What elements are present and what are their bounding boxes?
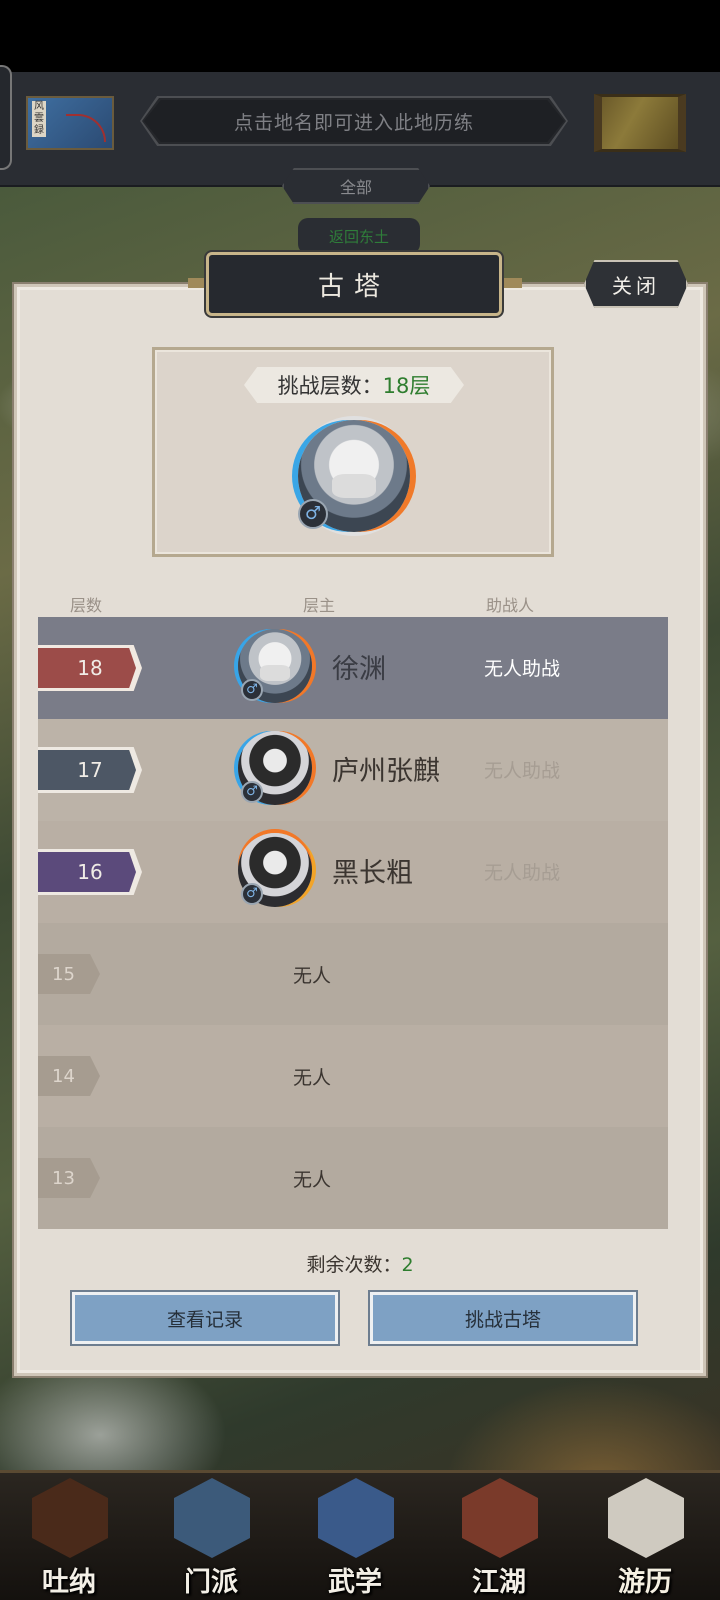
nav-label: 武学 <box>328 1567 382 1598</box>
floor-list[interactable]: 18 ♂ 徐渊 无人助战 17 ♂ 庐州张麒 无人助战 16 ♂ 黑长粗 无人助… <box>38 617 668 1237</box>
boss-mask <box>331 473 377 499</box>
column-floor-header: 层数 <box>70 596 103 615</box>
martial-arts-book-icon <box>318 1478 394 1558</box>
remaining-attempts: 剩余次数：2 <box>0 1250 720 1277</box>
floor-tag: 13 <box>38 1158 100 1198</box>
dialog-title: 古塔 <box>206 252 502 316</box>
remaining-label: 剩余次数： <box>306 1254 402 1276</box>
floor-row-14[interactable]: 14 无人 <box>38 1025 668 1127</box>
nav-label: 门派 <box>184 1567 238 1598</box>
owner-name: 黑长粗 <box>332 858 413 889</box>
floor-row-17[interactable]: 17 ♂ 庐州张麒 无人助战 <box>38 719 668 821</box>
owner-name: 无人 <box>293 965 332 987</box>
plum-branch-icon <box>66 114 106 142</box>
male-gender-icon: ♂ <box>298 499 328 529</box>
meditation-icon <box>32 1478 108 1558</box>
floor-tag: 18 <box>38 645 142 691</box>
floor-tag: 16 <box>38 849 142 895</box>
column-owner-header: 层主 <box>303 596 336 615</box>
floor-number: 18 <box>77 656 103 680</box>
floor-number: 17 <box>77 758 103 782</box>
owner-name: 庐州张麒 <box>332 756 440 787</box>
floor-number: 16 <box>77 860 103 884</box>
helper-status: 无人助战 <box>484 658 561 680</box>
nav-menpai[interactable]: 门派 <box>156 1472 266 1600</box>
nav-label: 江湖 <box>472 1567 526 1598</box>
close-button[interactable]: 关闭 <box>584 260 688 308</box>
return-east-button[interactable]: 返回东土 <box>298 218 420 254</box>
owner-name: 无人 <box>293 1067 332 1089</box>
floor-row-13[interactable]: 13 无人 <box>38 1127 668 1229</box>
challenge-floor-value: 18层 <box>382 374 431 398</box>
jianghu-hat-icon <box>462 1478 538 1558</box>
side-drawer-handle[interactable] <box>0 65 12 170</box>
nav-wuxue[interactable]: 武学 <box>300 1472 410 1600</box>
owner-name: 徐渊 <box>332 654 386 685</box>
nav-tuna[interactable]: 吐纳 <box>14 1472 124 1600</box>
floor-row-15[interactable]: 15 无人 <box>38 923 668 1025</box>
horse-icon <box>608 1478 684 1558</box>
floor-tag: 17 <box>38 747 142 793</box>
helper-status: 无人助战 <box>484 760 561 782</box>
owner-mask <box>260 664 290 681</box>
nav-jianghu[interactable]: 江湖 <box>444 1472 554 1600</box>
filter-all-button[interactable]: 全部 <box>282 168 430 204</box>
owner-name: 无人 <box>293 1169 332 1191</box>
status-bar <box>0 0 720 72</box>
view-records-button[interactable]: 查看记录 <box>72 1292 338 1344</box>
column-helper-header: 助战人 <box>486 596 535 615</box>
male-gender-icon: ♂ <box>241 883 263 905</box>
male-gender-icon: ♂ <box>241 679 263 701</box>
floor-tag: 15 <box>38 954 100 994</box>
sect-icon <box>174 1478 250 1558</box>
floor-row-16[interactable]: 16 ♂ 黑长粗 无人助战 <box>38 821 668 923</box>
nav-youli[interactable]: 游历 <box>590 1472 700 1600</box>
hint-text: 点击地名即可进入此地历练 <box>144 100 564 142</box>
male-gender-icon: ♂ <box>241 781 263 803</box>
floor-tag: 14 <box>38 1056 100 1096</box>
hint-box: 点击地名即可进入此地历练 <box>142 98 566 144</box>
title-ornament-right <box>500 278 522 288</box>
floor-row-18[interactable]: 18 ♂ 徐渊 无人助战 <box>38 617 668 719</box>
map-scroll-button[interactable] <box>594 94 686 152</box>
helper-status: 无人助战 <box>484 862 561 884</box>
nav-label: 吐纳 <box>42 1567 96 1598</box>
nav-label: 游历 <box>618 1567 672 1598</box>
scroll-label: 风雲録 <box>32 101 46 137</box>
scroll-record-button[interactable]: 风雲録 <box>26 96 114 150</box>
challenge-floor-label: 挑战层数： <box>277 374 383 398</box>
remaining-value: 2 <box>401 1254 414 1276</box>
challenge-tower-button[interactable]: 挑战古塔 <box>370 1292 636 1344</box>
challenge-floor-ribbon: 挑战层数： 18层 <box>244 367 464 403</box>
